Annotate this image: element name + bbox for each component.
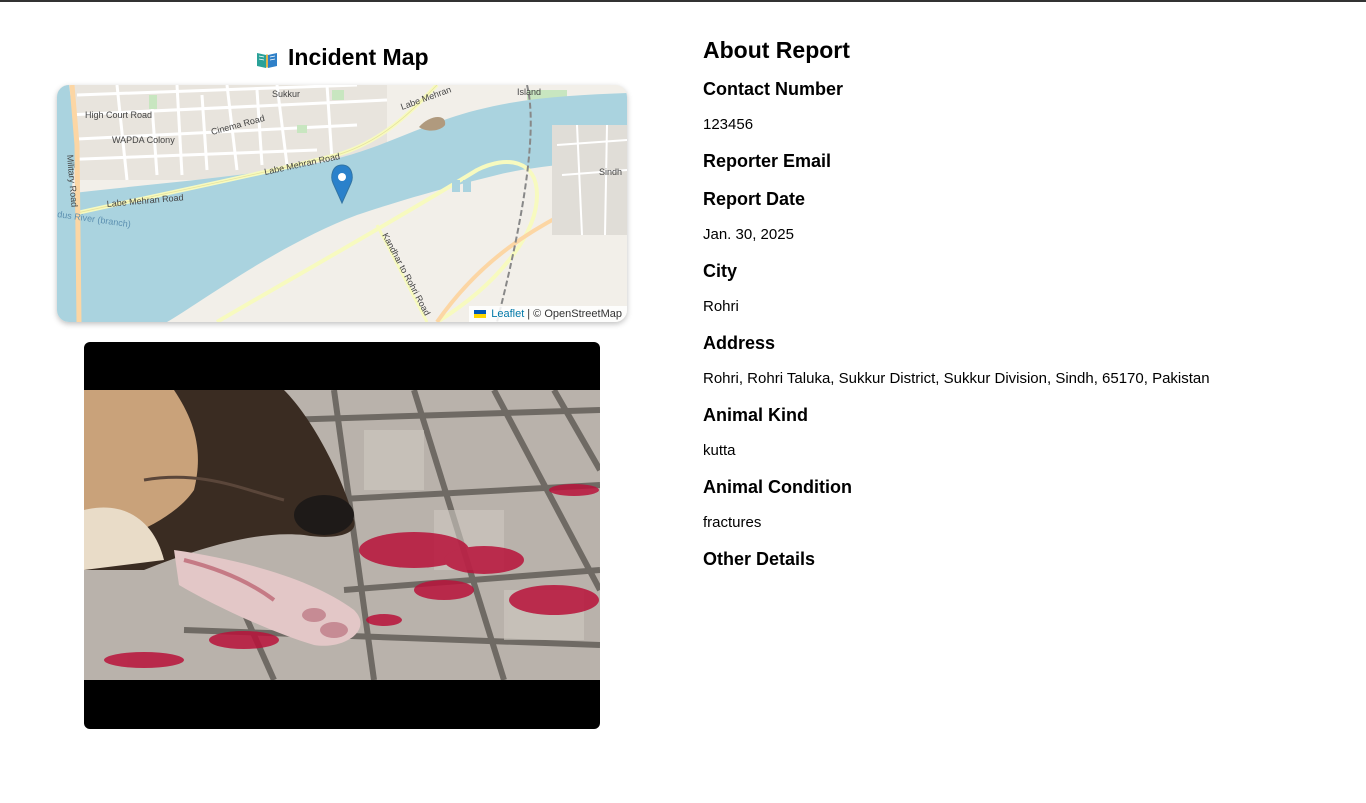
injured-dog-photo [84,390,600,680]
map-attribution: Leaflet | © OpenStreetMap [469,306,627,322]
field-label: Animal Kind [703,405,809,425]
leaflet-link[interactable]: Leaflet [491,306,524,322]
field-value: Jan. 30, 2025 [703,226,794,243]
field-report-date: Report Date Jan. 30, 2025 [703,188,1343,244]
map-title: Incident Map [256,40,429,74]
field-reporter-email: Reporter Email [703,150,1343,172]
field-label: Address [703,333,776,353]
field-label: Animal Condition [703,477,852,497]
field-label: Report Date [703,189,806,209]
field-value: fractures [703,514,762,531]
open-book-icon [256,48,278,68]
field-value: kutta [703,442,736,459]
incident-photo [84,342,600,729]
map-label-island: Island [517,87,541,97]
map-label-high-court-road: High Court Road [85,110,152,120]
field-value: Rohri [703,298,739,315]
field-value: 123456 [703,116,754,133]
field-city: City Rohri [703,260,1343,316]
field-label: Reporter Email [703,151,832,171]
field-label: Contact Number [703,79,844,99]
map-label-wapda-colony: WAPDA Colony [112,135,175,145]
field-contact-number: Contact Number 123456 [703,78,1343,134]
report-heading: About Report [703,37,850,63]
osm-attribution: | © OpenStreetMap [527,308,622,320]
field-value: Rohri, Rohri Taluka, Sukkur District, Su… [703,370,1210,387]
map-title-text: Incident Map [288,43,429,70]
top-border [0,0,1366,2]
map-label-sindh: Sindh [599,167,622,177]
field-label: City [703,261,738,281]
field-address: Address Rohri, Rohri Taluka, Sukkur Dist… [703,332,1343,388]
field-animal-condition: Animal Condition fractures [703,476,1343,532]
incident-map[interactable]: High Court Road WAPDA Colony Cinema Road… [57,85,627,322]
field-label: Other Details [703,549,816,569]
map-tiles[interactable]: High Court Road WAPDA Colony Cinema Road… [57,85,627,322]
map-label-sukkur: Sukkur [272,89,300,99]
field-other-details: Other Details [703,548,1343,570]
ukraine-flag-icon [474,310,487,318]
field-animal-kind: Animal Kind kutta [703,404,1343,460]
report-details: About Report Contact Number 123456 Repor… [703,34,1343,586]
